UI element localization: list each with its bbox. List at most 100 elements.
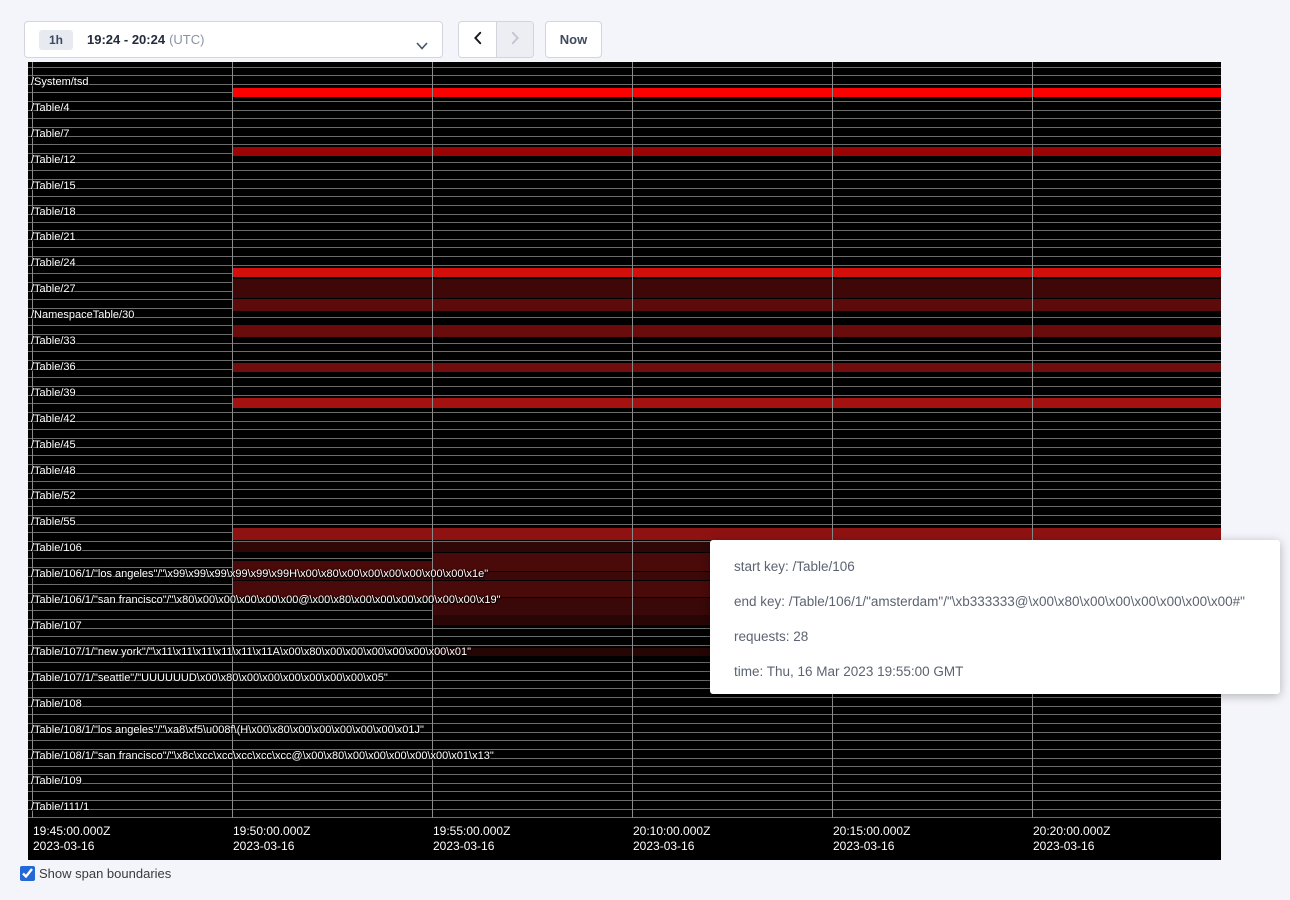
row-label: /Table/107/1/"seattle"/"UUUUUUD\x00\x80\… [31, 672, 388, 685]
x-axis-tick-date: 2023-03-16 [233, 839, 310, 854]
row-label: /Table/21 [31, 231, 76, 244]
row-label: /Table/18 [31, 206, 76, 219]
hover-tooltip: start key: /Table/106 end key: /Table/106… [710, 540, 1280, 694]
span-boundary-line [28, 317, 1221, 318]
span-boundary-line [28, 222, 1221, 223]
time-gridline [432, 62, 433, 818]
row-label: /Table/48 [31, 465, 76, 478]
range-utc-suffix: (UTC) [169, 32, 204, 47]
row-label: /Table/108 [31, 698, 82, 711]
span-boundary-line [28, 247, 1221, 248]
row-label: /NamespaceTable/30 [31, 309, 134, 322]
x-axis-tick-time: 20:15:00.000Z [833, 824, 910, 839]
row-label: /Table/7 [31, 128, 70, 141]
tooltip-line: time: Thu, 16 Mar 2023 19:55:00 GMT [734, 664, 1280, 679]
prev-time-button[interactable] [459, 22, 496, 57]
x-axis-tick-time: 19:55:00.000Z [433, 824, 510, 839]
x-axis-tick: 20:20:00.000Z2023-03-16 [1033, 824, 1110, 854]
row-label: /Table/55 [31, 516, 76, 529]
x-axis-tick-date: 2023-03-16 [633, 839, 710, 854]
row-label: /Table/109 [31, 775, 82, 788]
row-label: /Table/108/1/"san francisco"/"\x8c\xcc\x… [31, 750, 494, 763]
time-range-dropdown[interactable]: 1h 19:24 - 20:24 (UTC) [24, 21, 443, 58]
span-boundary-line [28, 196, 1221, 197]
span-boundary-line [28, 766, 1221, 767]
span-boundary-line [28, 740, 1221, 741]
span-boundary-line [28, 447, 1221, 448]
toolbar: 1h 19:24 - 20:24 (UTC) Now [0, 0, 1290, 62]
span-boundary-line [28, 110, 1221, 111]
span-boundary-line [28, 205, 1221, 206]
span-boundary-line [28, 489, 1221, 490]
row-label: /Table/4 [31, 102, 70, 115]
span-boundary-line [28, 714, 1221, 715]
span-boundary-line [28, 179, 1221, 180]
x-axis-tick: 19:45:00.000Z2023-03-16 [33, 824, 110, 854]
row-label: /Table/52 [31, 490, 76, 503]
span-boundary-line [28, 162, 1221, 163]
row-label: /Table/27 [31, 283, 76, 296]
span-boundary-line [28, 421, 1221, 422]
span-boundary-line [28, 800, 1221, 801]
span-boundary-line [28, 377, 1221, 378]
x-axis-tick-date: 2023-03-16 [33, 839, 110, 854]
heat-band [232, 398, 1221, 408]
span-boundary-line [28, 464, 1221, 465]
heat-band [232, 325, 1221, 337]
span-boundary-line [28, 386, 1221, 387]
span-boundary-line [28, 343, 1221, 344]
row-label: /Table/24 [31, 257, 76, 270]
x-axis-tick: 20:10:00.000Z2023-03-16 [633, 824, 710, 854]
span-boundary-line [28, 473, 1221, 474]
heat-band [232, 299, 1221, 311]
chevron-right-icon [506, 29, 524, 50]
row-label: /Table/107/1/"new york"/"\x11\x11\x11\x1… [31, 646, 471, 659]
heat-band [232, 528, 1221, 540]
span-boundary-line [28, 239, 1221, 240]
tooltip-line: start key: /Table/106 [734, 559, 1280, 574]
footer: Show span boundaries [20, 866, 171, 881]
span-boundary-line [28, 118, 1221, 119]
row-label: /Table/45 [31, 439, 76, 452]
span-boundary-line [28, 360, 1221, 361]
row-label: /Table/108/1/"los angeles"/"\xa8\xf5\u00… [31, 724, 424, 737]
row-label: /Table/12 [31, 154, 76, 167]
time-nav-group [458, 21, 534, 58]
span-boundary-line [28, 498, 1221, 499]
x-axis-tick-date: 2023-03-16 [1033, 839, 1110, 854]
tooltip-line: end key: /Table/106/1/"amsterdam"/"\xb33… [734, 594, 1280, 609]
x-axis-tick-time: 20:20:00.000Z [1033, 824, 1110, 839]
heat-band [232, 363, 1221, 372]
next-time-button[interactable] [496, 22, 533, 57]
span-boundary-line [28, 524, 1221, 525]
row-label: /Table/106/1/"san francisco"/"\x80\x00\x… [31, 594, 501, 607]
row-label: /Table/107 [31, 620, 82, 633]
span-boundary-line [28, 429, 1221, 430]
x-axis-tick-time: 20:10:00.000Z [633, 824, 710, 839]
span-boundary-line [28, 783, 1221, 784]
chevron-down-icon [416, 37, 428, 45]
span-boundary-line [28, 214, 1221, 215]
time-gridline [1032, 62, 1033, 818]
show-span-boundaries-checkbox[interactable] [20, 866, 35, 881]
span-boundary-line [28, 84, 1221, 85]
span-boundary-line [28, 144, 1221, 145]
row-label: /Table/15 [31, 180, 76, 193]
span-boundary-line [28, 438, 1221, 439]
span-boundary-line [28, 230, 1221, 231]
chevron-left-icon [469, 29, 487, 50]
range-duration-badge: 1h [39, 30, 73, 50]
row-label: /Table/106 [31, 542, 82, 555]
now-button[interactable]: Now [545, 21, 602, 58]
heat-band [232, 279, 1221, 298]
x-axis-tick: 19:50:00.000Z2023-03-16 [233, 824, 310, 854]
time-gridline [632, 62, 633, 818]
span-boundary-line [28, 774, 1221, 775]
span-boundary-line [28, 170, 1221, 171]
span-boundary-line [28, 67, 1221, 68]
key-visualizer-canvas[interactable]: /System/tsd/Table/4/Table/7/Table/12/Tab… [28, 62, 1221, 860]
span-boundary-line [28, 395, 1221, 396]
row-label: /System/tsd [31, 76, 88, 89]
span-boundary-line [28, 455, 1221, 456]
row-label: /Table/111/1 [31, 801, 89, 814]
